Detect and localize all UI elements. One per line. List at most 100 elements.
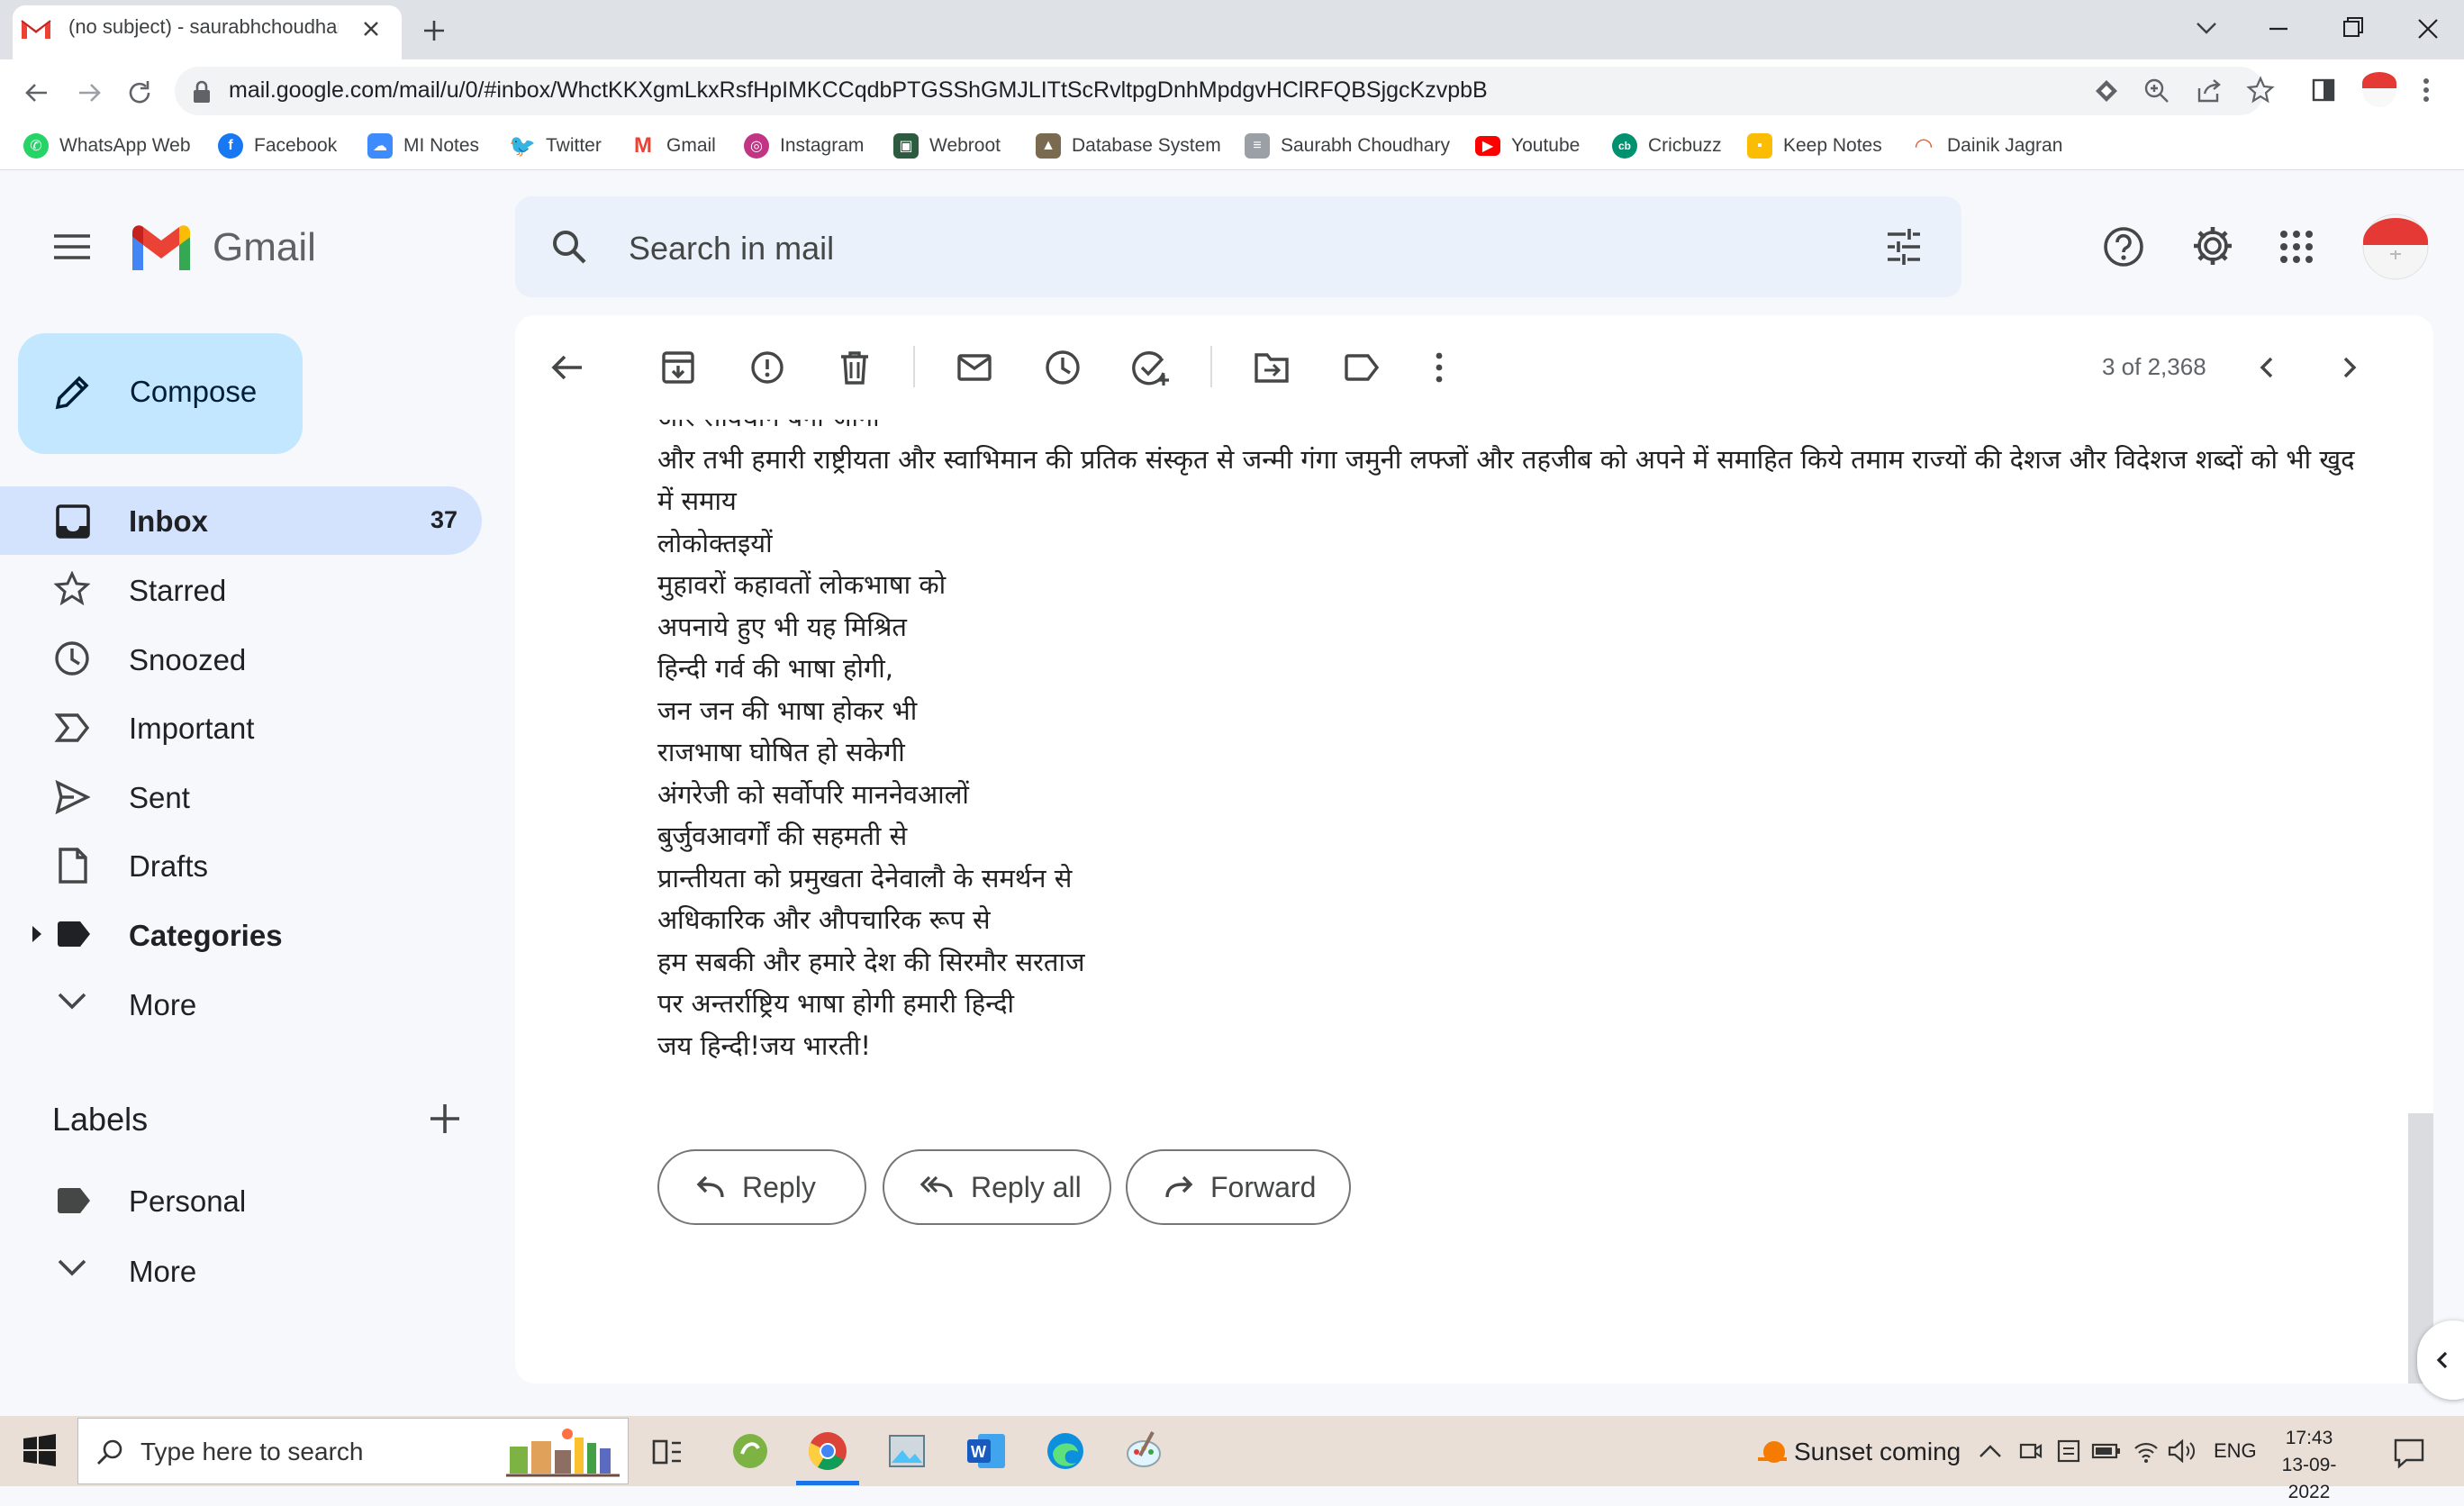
wifi-icon[interactable] — [2133, 1438, 2160, 1465]
newer-chevron-left-icon[interactable] — [2251, 351, 2284, 384]
add-label-icon[interactable] — [427, 1101, 463, 1137]
reload-icon[interactable] — [122, 76, 157, 110]
label-icon[interactable] — [1344, 353, 1380, 382]
bookmark-database-system[interactable]: ▲ Database System — [1036, 133, 1221, 159]
reply-all-button[interactable]: Reply all — [883, 1149, 1111, 1225]
move-to-icon[interactable] — [1254, 351, 1290, 384]
notifications-icon[interactable] — [2392, 1436, 2426, 1470]
support-icon[interactable] — [2102, 225, 2145, 268]
close-tab-icon[interactable] — [357, 14, 385, 43]
bookmark-gmail[interactable]: M Gmail — [630, 133, 716, 159]
google-apps-icon[interactable] — [2278, 229, 2315, 265]
body-line: प्रान्तीयता को प्रमुखता देनेवालौ के समर्… — [657, 862, 1073, 894]
body-line: और तभी हमारी राष्ट्रीयता और स्वाभिमान की… — [657, 443, 2355, 517]
battery-icon[interactable] — [2091, 1439, 2122, 1463]
nav-label-important: Important — [129, 712, 255, 745]
mark-unread-icon[interactable] — [956, 353, 992, 382]
body-line: मुहावरों कहावतों लोकभाषा को — [657, 569, 947, 600]
bookmark-keep-notes[interactable]: ▪ Keep Notes — [1747, 133, 1882, 159]
delete-icon[interactable] — [838, 349, 872, 386]
older-chevron-right-icon[interactable] — [2333, 351, 2365, 384]
bookmark-star-icon[interactable] — [2246, 76, 2275, 104]
lock-icon[interactable] — [191, 79, 213, 104]
clock[interactable]: 17:43 13-09-2022 — [2266, 1425, 2352, 1506]
settings-gear-icon[interactable] — [2190, 223, 2235, 268]
share-icon[interactable] — [2196, 77, 2223, 104]
bookmark-label: Dainik Jagran — [1947, 135, 2063, 156]
back-icon[interactable] — [20, 76, 54, 110]
search-highlight-icon[interactable] — [504, 1421, 623, 1481]
bookmark-twitter[interactable]: 🐦 Twitter — [509, 133, 602, 159]
body-line: हिन्दी गर्व की भाषा होगी, — [657, 653, 894, 684]
body-line: अधिकारिक और औपचारिक रूप से — [657, 904, 991, 935]
whatsapp-icon: ✆ — [23, 133, 49, 159]
tab-search-chevron-icon[interactable] — [2170, 9, 2242, 49]
restore-icon[interactable] — [2316, 9, 2388, 49]
minimize-icon[interactable] — [2242, 9, 2315, 49]
more-options-icon[interactable] — [1430, 349, 1448, 386]
volume-icon[interactable] — [2167, 1438, 2196, 1465]
label-name-personal: Personal — [129, 1184, 247, 1218]
youtube-icon: ▶ — [1475, 136, 1500, 156]
url-text[interactable]: mail.google.com/mail/u/0/#inbox/WhctKKXg… — [229, 77, 1488, 104]
paint-app-icon[interactable] — [1119, 1425, 1171, 1477]
page-icon: ≡ — [1245, 133, 1270, 159]
extension-diamond-icon[interactable] — [2093, 77, 2120, 104]
body-line: लोकोक्तइयों — [657, 527, 773, 558]
side-panel-icon[interactable] — [2309, 76, 2338, 104]
tray-chevron-up-icon[interactable] — [1978, 1441, 2003, 1461]
weather-text[interactable]: Sunset coming — [1794, 1438, 1961, 1466]
zoom-icon[interactable] — [2143, 77, 2170, 104]
tray-onedrive-icon[interactable] — [2055, 1438, 2082, 1465]
word-icon[interactable]: W — [960, 1425, 1012, 1477]
forward-button[interactable]: Forward — [1126, 1149, 1351, 1225]
close-window-icon[interactable] — [2392, 9, 2464, 49]
tray-meet-icon[interactable] — [2017, 1438, 2044, 1465]
pagination-text: 3 of 2,368 — [2102, 353, 2206, 380]
bookmark-webroot[interactable]: ▣ Webroot — [893, 133, 1001, 159]
photos-app-icon[interactable] — [881, 1425, 933, 1477]
account-avatar-icon[interactable] — [2361, 213, 2430, 281]
bookmark-facebook[interactable]: f Facebook — [218, 133, 337, 159]
show-side-panel-button[interactable] — [2417, 1320, 2464, 1400]
clock-time: 17:43 — [2285, 1428, 2333, 1448]
reply-button[interactable]: Reply — [657, 1149, 866, 1225]
bookmark-cricbuzz[interactable]: cb Cricbuzz — [1612, 133, 1722, 159]
edge-icon[interactable] — [1039, 1425, 1092, 1477]
nav-label-inbox: Inbox — [129, 504, 208, 538]
bookmark-instagram[interactable]: ◎ Instagram — [744, 133, 864, 159]
input-language[interactable]: ENG — [2214, 1439, 2257, 1463]
bookmark-youtube[interactable]: ▶ Youtube — [1475, 133, 1580, 159]
weather-sunset-icon[interactable] — [1754, 1436, 1790, 1468]
report-spam-icon[interactable] — [749, 349, 785, 386]
profile-avatar-icon[interactable] — [2360, 72, 2399, 108]
main-menu-icon[interactable] — [52, 231, 92, 263]
new-tab-icon[interactable] — [416, 13, 452, 49]
search-input[interactable]: Search in mail — [629, 230, 834, 268]
archive-icon[interactable] — [661, 349, 695, 386]
add-to-tasks-icon[interactable] — [1131, 349, 1171, 387]
bookmark-mi-notes[interactable]: ☁ MI Notes — [367, 133, 479, 159]
forward-icon[interactable] — [72, 76, 106, 110]
chrome-icon[interactable] — [802, 1425, 854, 1477]
taskbar-search-icon — [95, 1438, 124, 1466]
chrome-menu-icon[interactable] — [2417, 74, 2435, 106]
nav-label-drafts: Drafts — [129, 849, 209, 883]
bookmark-dainik-jagran[interactable]: ◠ Dainik Jagran — [1911, 133, 2063, 159]
pencil-icon — [52, 373, 92, 413]
gmail-logo-icon[interactable] — [128, 222, 195, 274]
search-icon[interactable] — [549, 227, 589, 267]
windows-start-icon[interactable] — [23, 1434, 56, 1466]
bookmark-label: Facebook — [254, 135, 338, 156]
search-options-icon[interactable] — [1884, 227, 1924, 267]
cricbuzz-icon: cb — [1612, 133, 1637, 159]
nav-label-starred: Starred — [129, 574, 227, 607]
chevron-down-icon — [56, 991, 88, 1012]
expand-arrow-icon[interactable] — [31, 924, 43, 944]
bookmark-whatsapp[interactable]: ✆ WhatsApp Web — [23, 133, 191, 159]
taskbar-app-green-icon[interactable] — [724, 1425, 776, 1477]
back-to-inbox-icon[interactable] — [549, 351, 585, 384]
task-view-icon[interactable] — [648, 1436, 684, 1472]
snooze-clock-icon[interactable] — [1045, 349, 1081, 386]
bookmark-saurabh[interactable]: ≡ Saurabh Choudhary — [1245, 133, 1450, 159]
